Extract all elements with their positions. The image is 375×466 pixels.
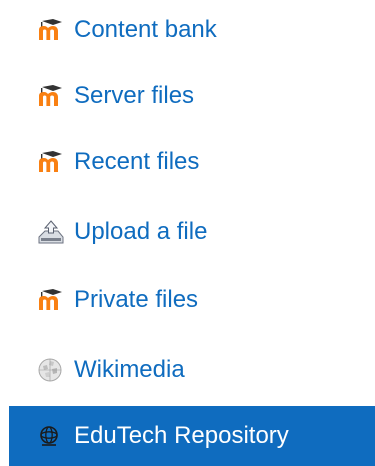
repository-item-recent-files[interactable]: Recent files — [0, 132, 375, 192]
repository-label: Wikimedia — [74, 356, 185, 383]
repository-label: Private files — [74, 286, 199, 313]
upload-icon — [37, 219, 67, 245]
repository-label: EduTech Repository — [74, 422, 289, 449]
repository-label: Recent files — [74, 148, 200, 175]
repository-list: Content bank Server files Recent files U… — [0, 0, 375, 466]
repository-item-server-files[interactable]: Server files — [0, 66, 375, 126]
wikimedia-icon — [37, 357, 67, 383]
repository-item-private-files[interactable]: Private files — [0, 270, 375, 330]
moodle-icon — [37, 83, 67, 109]
edutech-icon — [37, 423, 67, 449]
repository-item-content-bank[interactable]: Content bank — [0, 0, 375, 60]
repository-item-edutech-repository[interactable]: EduTech Repository — [9, 406, 375, 466]
repository-label: Upload a file — [74, 218, 208, 245]
repository-label: Server files — [74, 82, 195, 109]
repository-label: Content bank — [74, 16, 217, 43]
moodle-icon — [37, 287, 67, 313]
moodle-icon — [37, 149, 67, 175]
moodle-icon — [37, 17, 67, 43]
repository-item-upload-a-file[interactable]: Upload a file — [0, 202, 375, 262]
repository-item-wikimedia[interactable]: Wikimedia — [0, 340, 375, 400]
